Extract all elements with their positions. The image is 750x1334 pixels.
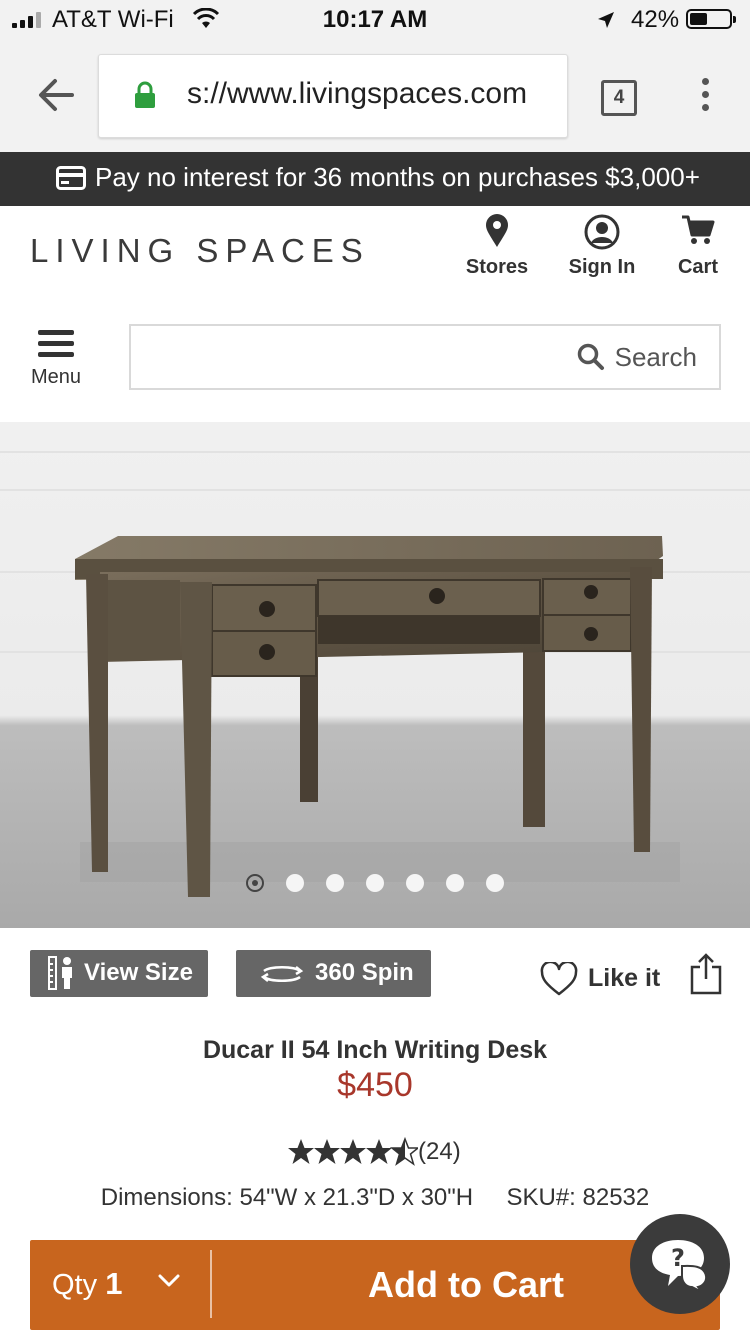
user-account-icon [584, 214, 620, 250]
menu-button[interactable]: Menu [26, 330, 86, 390]
sign-in-button[interactable]: Sign In [565, 214, 639, 280]
status-bar: AT&T Wi-Fi 10:17 AM 42% [0, 0, 750, 40]
product-title: Ducar II 54 Inch Writing Desk [202, 1036, 548, 1064]
hamburger-icon [38, 330, 74, 335]
gallery-dot-7[interactable] [486, 874, 504, 892]
browser-toolbar: s://www.livingspaces.com 4 [0, 40, 750, 152]
search-icon [577, 343, 604, 370]
stores-label: Stores [465, 256, 529, 278]
view-size-label: View Size [84, 959, 193, 986]
url-bar[interactable]: s://www.livingspaces.com [98, 54, 568, 138]
gallery-dot-6[interactable] [446, 874, 464, 892]
site-logo[interactable]: LIVING SPACES [30, 232, 370, 270]
chevron-down-icon[interactable] [158, 1274, 180, 1288]
star-rating-icon [288, 1138, 418, 1165]
battery-icon [686, 9, 736, 29]
ruler-person-icon [48, 956, 72, 990]
product-dimensions: Dimensions: 54"W x 21.3"D x 30"H [100, 1184, 474, 1211]
menu-label: Menu [30, 366, 82, 388]
gallery-dot-4[interactable] [366, 874, 384, 892]
360-spin-label: 360 Spin [315, 959, 414, 986]
shopping-cart-icon [682, 215, 715, 244]
review-count: (24) [418, 1138, 461, 1165]
url-text: s://www.livingspaces.com [187, 77, 528, 110]
back-arrow-icon[interactable] [38, 78, 74, 112]
tab-switcher-button[interactable]: 4 [601, 80, 637, 116]
stores-button[interactable]: Stores [462, 214, 532, 280]
view-size-button[interactable]: View Size [30, 950, 208, 997]
heart-icon [540, 962, 578, 996]
search-input[interactable]: Search [129, 324, 721, 390]
lock-icon [135, 81, 155, 108]
product-photo-desk [0, 451, 750, 897]
chat-help-icon: ? [652, 1240, 708, 1292]
product-dimensions-row: Dimensions: 54"W x 21.3"D x 30"H SKU#: 8… [0, 1184, 750, 1212]
gallery-dot-5[interactable] [406, 874, 424, 892]
map-pin-icon [486, 214, 508, 247]
svg-text:?: ? [671, 1244, 685, 1272]
cart-button[interactable]: Cart [672, 214, 724, 280]
product-image-carousel[interactable] [0, 422, 750, 928]
product-price: $450 [337, 1066, 413, 1104]
promo-text: Pay no interest for 36 months on purchas… [95, 162, 700, 192]
quantity-selector[interactable]: Qty 1 [52, 1266, 122, 1302]
qty-value: 1 [105, 1266, 123, 1301]
location-arrow-icon [598, 12, 614, 28]
gallery-dot-2[interactable] [286, 874, 304, 892]
360-spin-button[interactable]: 360 Spin [236, 950, 431, 997]
overflow-menu-icon[interactable] [700, 78, 710, 114]
cart-label: Cart [677, 256, 718, 278]
gallery-dot-3[interactable] [326, 874, 344, 892]
add-to-cart-bar: Qty 1 Add to Cart [30, 1240, 720, 1330]
like-label: Like it [588, 964, 661, 992]
share-icon[interactable] [690, 953, 722, 995]
rotate-360-icon [260, 966, 304, 982]
credit-card-icon [56, 166, 86, 190]
financing-promo-banner[interactable]: Pay no interest for 36 months on purchas… [0, 152, 750, 206]
search-placeholder: Search [614, 342, 697, 372]
live-chat-button[interactable]: ? [630, 1214, 730, 1314]
like-button[interactable]: Like it [540, 960, 670, 1000]
battery-percent: 42% [631, 6, 680, 33]
qty-label: Qty [52, 1269, 98, 1301]
sign-in-label: Sign In [568, 256, 636, 278]
product-sku: SKU#: 82532 [506, 1184, 650, 1211]
gallery-dot-1-active[interactable] [246, 874, 264, 892]
